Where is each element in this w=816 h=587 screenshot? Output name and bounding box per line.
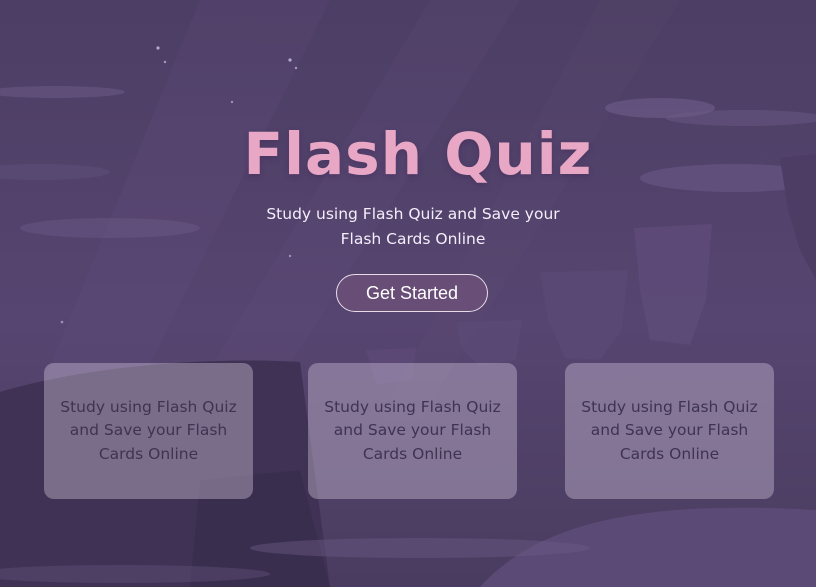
get-started-button[interactable]: Get Started bbox=[336, 274, 488, 312]
feature-card-text: Study using Flash Quiz and Save your Fla… bbox=[60, 397, 237, 463]
hero-subtitle: Study using Flash Quiz and Save your Fla… bbox=[266, 205, 560, 248]
feature-card-text: Study using Flash Quiz and Save your Fla… bbox=[581, 397, 758, 463]
feature-card: Study using Flash Quiz and Save your Fla… bbox=[308, 363, 517, 499]
feature-card: Study using Flash Quiz and Save your Fla… bbox=[44, 363, 253, 499]
page-title: Flash Quiz bbox=[243, 120, 593, 188]
feature-card-text: Study using Flash Quiz and Save your Fla… bbox=[324, 397, 501, 463]
feature-card: Study using Flash Quiz and Save your Fla… bbox=[565, 363, 774, 499]
